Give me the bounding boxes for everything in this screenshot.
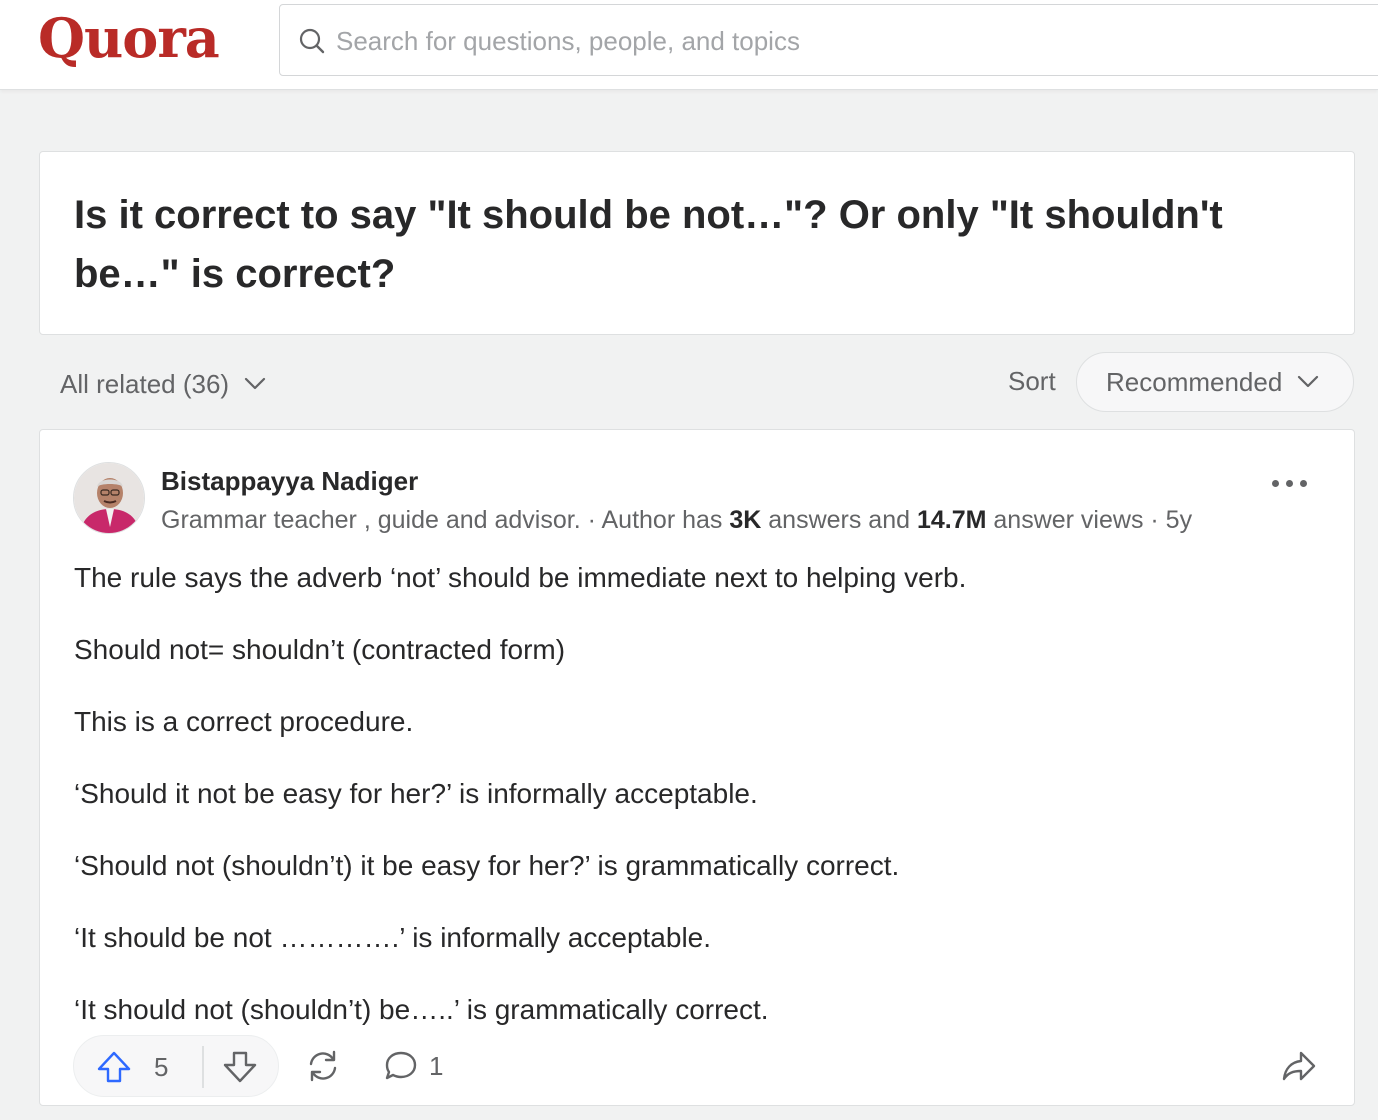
upvote-icon[interactable] bbox=[96, 1050, 132, 1084]
quora-logo[interactable]: Quora bbox=[38, 6, 220, 70]
search-input[interactable] bbox=[336, 21, 1236, 61]
more-options-button[interactable] bbox=[1266, 472, 1312, 494]
top-bar: Quora bbox=[0, 0, 1378, 90]
more-icon bbox=[1271, 479, 1279, 487]
views-count: 14.7M bbox=[916, 506, 987, 534]
answer-body: The rule says the adverb ‘not’ should be… bbox=[74, 558, 1324, 1062]
share-icon[interactable] bbox=[1281, 1049, 1317, 1083]
all-related-dropdown[interactable]: All related (36) bbox=[60, 364, 267, 404]
answers-count: 3K bbox=[729, 506, 762, 534]
answer-paragraph: This is a correct procedure. bbox=[74, 706, 414, 737]
reshare-icon[interactable] bbox=[305, 1049, 341, 1083]
author-name[interactable]: Bistappayya Nadiger bbox=[161, 466, 418, 497]
search-icon bbox=[299, 28, 325, 54]
answers-mid-text: answers and bbox=[761, 506, 917, 534]
answer-paragraph: Should not= shouldn’t (contracted form) bbox=[74, 634, 566, 665]
avatar[interactable] bbox=[73, 462, 145, 534]
chevron-down-icon bbox=[1298, 375, 1319, 388]
search-box[interactable] bbox=[279, 4, 1378, 76]
answer-paragraph: ‘Should it not be easy for her?’ is info… bbox=[74, 778, 758, 809]
answer-paragraph: The rule says the adverb ‘not’ should be… bbox=[74, 562, 967, 593]
chevron-down-icon bbox=[244, 377, 266, 390]
more-icon-dot bbox=[1285, 479, 1293, 487]
comment-icon[interactable] bbox=[383, 1049, 419, 1083]
question-card: Is it correct to say "It should be not…"… bbox=[39, 151, 1355, 335]
views-suffix-text: answer views · 5y bbox=[986, 506, 1193, 534]
more-icon-dot bbox=[1299, 479, 1307, 487]
comment-count: 1 bbox=[429, 1051, 444, 1081]
answer-card: Bistappayya Nadiger Grammar teacher , gu… bbox=[39, 429, 1355, 1106]
vote-group: 5 bbox=[73, 1035, 279, 1097]
question-title[interactable]: Is it correct to say "It should be not…"… bbox=[74, 186, 1324, 304]
sort-label: Sort bbox=[1008, 366, 1056, 396]
credential-text: Grammar teacher , guide and advisor. · A… bbox=[161, 506, 730, 534]
author-credential: Grammar teacher , guide and advisor. · A… bbox=[161, 506, 1192, 535]
downvote-icon[interactable] bbox=[222, 1050, 258, 1084]
answer-paragraph: ‘Should not (shouldn’t) it be easy for h… bbox=[74, 850, 900, 881]
sort-value: Recommended bbox=[1106, 366, 1283, 397]
upvote-count: 5 bbox=[154, 1052, 169, 1082]
vote-divider bbox=[202, 1046, 204, 1088]
all-related-label: All related (36) bbox=[60, 368, 230, 399]
answer-paragraph: ‘It should be not ………….’ is informally a… bbox=[74, 922, 712, 953]
sort-dropdown[interactable]: Recommended bbox=[1076, 352, 1354, 412]
